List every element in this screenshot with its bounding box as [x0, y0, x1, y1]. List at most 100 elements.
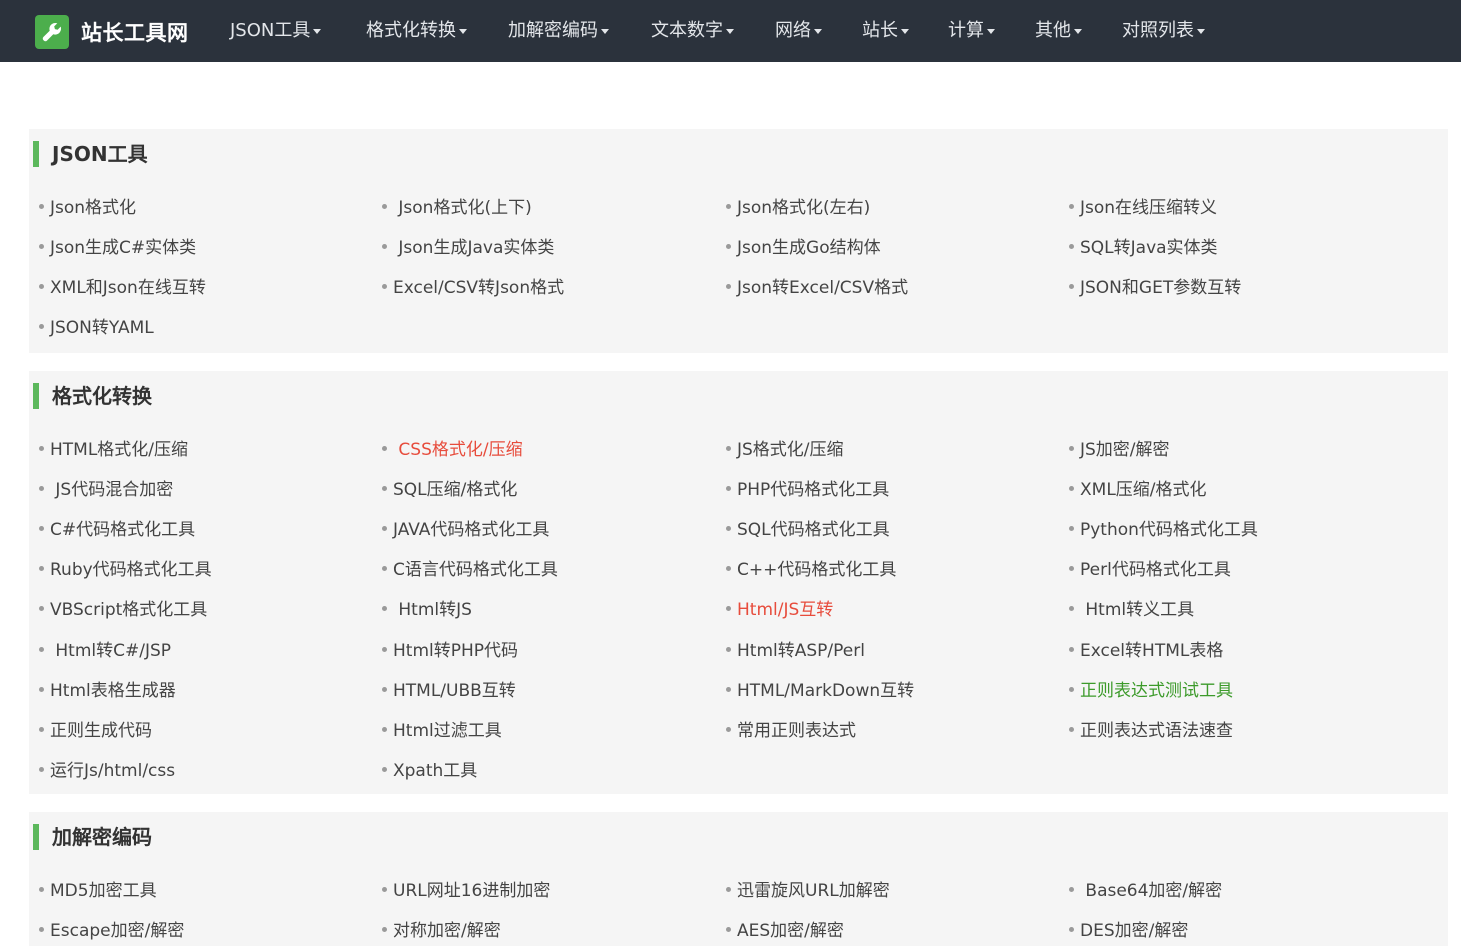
nav-calculate-dropdown[interactable]: 计算	[948, 0, 995, 62]
tool-link-label: HTML/UBB互转	[393, 681, 516, 701]
tool-link[interactable]: JAVA代码格式化工具	[382, 518, 549, 542]
tool-link[interactable]: Python代码格式化工具	[1069, 518, 1258, 542]
nav-label: 其他	[1035, 20, 1071, 41]
bullet-icon	[382, 766, 387, 772]
tool-link[interactable]: VBScript格式化工具	[39, 598, 207, 622]
bullet-icon	[1069, 605, 1074, 611]
tool-link[interactable]: JSON和GET参数互转	[1069, 276, 1241, 300]
tool-link[interactable]: Escape加密/解密	[39, 919, 184, 943]
tool-link[interactable]: Html表格生成器	[39, 679, 176, 703]
tool-link[interactable]: DES加密/解密	[1069, 919, 1188, 943]
tool-link[interactable]: Json生成Java实体类	[382, 236, 554, 260]
tool-link[interactable]: Base64加密/解密	[1069, 879, 1222, 903]
tool-link[interactable]: Html/JS互转	[726, 598, 833, 622]
nav-json-tools-dropdown[interactable]: JSON工具	[230, 0, 322, 62]
tool-link[interactable]: Json格式化(上下)	[382, 196, 532, 220]
caret-down-icon	[1074, 28, 1082, 34]
tool-link[interactable]: SQL代码格式化工具	[726, 518, 890, 542]
tool-link[interactable]: SQL转Java实体类	[1069, 236, 1218, 260]
nav-format-convert-dropdown[interactable]: 格式化转换	[366, 0, 467, 62]
tool-link[interactable]: CSS格式化/压缩	[382, 438, 523, 462]
bullet-icon	[1069, 565, 1074, 571]
bullet-icon	[726, 485, 731, 491]
tool-link[interactable]: URL网址16进制加密	[382, 879, 550, 903]
nav-encrypt-encode-dropdown[interactable]: 加解密编码	[508, 0, 609, 62]
nav-reference-list-dropdown[interactable]: 对照列表	[1122, 0, 1205, 62]
tool-link[interactable]: Json转Excel/CSV格式	[726, 276, 908, 300]
bullet-icon	[39, 565, 44, 571]
nav-other-dropdown[interactable]: 其他	[1035, 0, 1082, 62]
nav-label: 格式化转换	[366, 20, 456, 41]
tool-link[interactable]: Ruby代码格式化工具	[39, 558, 212, 582]
tool-link[interactable]: C++代码格式化工具	[726, 558, 896, 582]
tool-link-label: Base64加密/解密	[1080, 881, 1223, 901]
tool-link-label: SQL压缩/格式化	[393, 480, 518, 500]
tool-link-label: JSON转YAML	[50, 318, 154, 338]
tool-link[interactable]: XML压缩/格式化	[1069, 478, 1207, 502]
tool-link[interactable]: Excel/CSV转Json格式	[382, 276, 564, 300]
nav-webmaster-dropdown[interactable]: 站长	[862, 0, 909, 62]
tool-link[interactable]: AES加密/解密	[726, 919, 844, 943]
nav-label: 加解密编码	[508, 20, 598, 41]
bullet-icon	[726, 686, 731, 692]
bullet-icon	[726, 445, 731, 451]
tool-link-label: VBScript格式化工具	[50, 600, 208, 620]
tool-link[interactable]: Html转义工具	[1069, 598, 1194, 622]
tool-link[interactable]: Json生成Go结构体	[726, 236, 881, 260]
tool-link-label: Excel/CSV转Json格式	[393, 278, 565, 298]
tool-link[interactable]: Html转PHP代码	[382, 639, 518, 663]
tool-link-label: 常用正则表达式	[737, 721, 856, 741]
bullet-icon	[726, 886, 731, 892]
tool-link-label: JS代码混合加密	[50, 480, 174, 500]
wrench-icon	[35, 15, 69, 49]
bullet-icon	[382, 605, 387, 611]
tool-link[interactable]: Html转JS	[382, 598, 472, 622]
tool-link[interactable]: C#代码格式化工具	[39, 518, 195, 542]
tool-link[interactable]: Json格式化(左右)	[726, 196, 870, 220]
tool-link[interactable]: Json在线压缩转义	[1069, 196, 1217, 220]
tool-link[interactable]: 迅雷旋风URL加解密	[726, 879, 890, 903]
bullet-icon	[39, 886, 44, 892]
tool-link[interactable]: SQL压缩/格式化	[382, 478, 517, 502]
bullet-icon	[39, 605, 44, 611]
tool-link[interactable]: 正则表达式测试工具	[1069, 679, 1233, 703]
tool-link-label: 迅雷旋风URL加解密	[737, 881, 890, 901]
tool-link[interactable]: C语言代码格式化工具	[382, 558, 558, 582]
bullet-icon	[726, 243, 731, 249]
tool-link[interactable]: HTML/UBB互转	[382, 679, 516, 703]
tool-link[interactable]: JS格式化/压缩	[726, 438, 844, 462]
nav-label: 对照列表	[1122, 20, 1194, 41]
tool-link-label: CSS格式化/压缩	[393, 440, 523, 460]
tool-link[interactable]: PHP代码格式化工具	[726, 478, 889, 502]
tool-link[interactable]: Xpath工具	[382, 759, 477, 783]
tool-link[interactable]: 运行Js/html/css	[39, 759, 175, 783]
tool-link[interactable]: 常用正则表达式	[726, 719, 856, 743]
tool-link[interactable]: 对称加密/解密	[382, 919, 501, 943]
tool-link-label: DES加密/解密	[1080, 921, 1189, 941]
tool-link[interactable]: HTML格式化/压缩	[39, 438, 188, 462]
tool-link-label: Html转ASP/Perl	[737, 641, 865, 661]
tool-link[interactable]: Json生成C#实体类	[39, 236, 196, 260]
tool-link[interactable]: Html转ASP/Perl	[726, 639, 865, 663]
tool-link[interactable]: JSON转YAML	[39, 316, 154, 340]
tool-link[interactable]: 正则生成代码	[39, 719, 152, 743]
brand-logo-link[interactable]: 站长工具网	[35, 15, 189, 49]
bullet-icon	[1069, 243, 1074, 249]
tool-link[interactable]: Html过滤工具	[382, 719, 502, 743]
tool-link[interactable]: Html转C#/JSP	[39, 639, 171, 663]
tool-link[interactable]: XML和Json在线互转	[39, 276, 206, 300]
tool-link[interactable]: JS代码混合加密	[39, 478, 173, 502]
tool-link-label: SQL代码格式化工具	[737, 520, 890, 540]
tool-link[interactable]: 正则表达式语法速查	[1069, 719, 1233, 743]
tool-link[interactable]: Excel转HTML表格	[1069, 639, 1223, 663]
tool-link[interactable]: JS加密/解密	[1069, 438, 1170, 462]
tool-link-label: C#代码格式化工具	[50, 520, 196, 540]
nav-network-dropdown[interactable]: 网络	[775, 0, 822, 62]
tool-link-label: JSON和GET参数互转	[1080, 278, 1242, 298]
bullet-icon	[382, 646, 387, 652]
tool-link[interactable]: Json格式化	[39, 196, 136, 220]
tool-link[interactable]: MD5加密工具	[39, 879, 157, 903]
tool-link[interactable]: HTML/MarkDown互转	[726, 679, 914, 703]
tool-link[interactable]: Perl代码格式化工具	[1069, 558, 1231, 582]
nav-text-number-dropdown[interactable]: 文本数字	[651, 0, 734, 62]
